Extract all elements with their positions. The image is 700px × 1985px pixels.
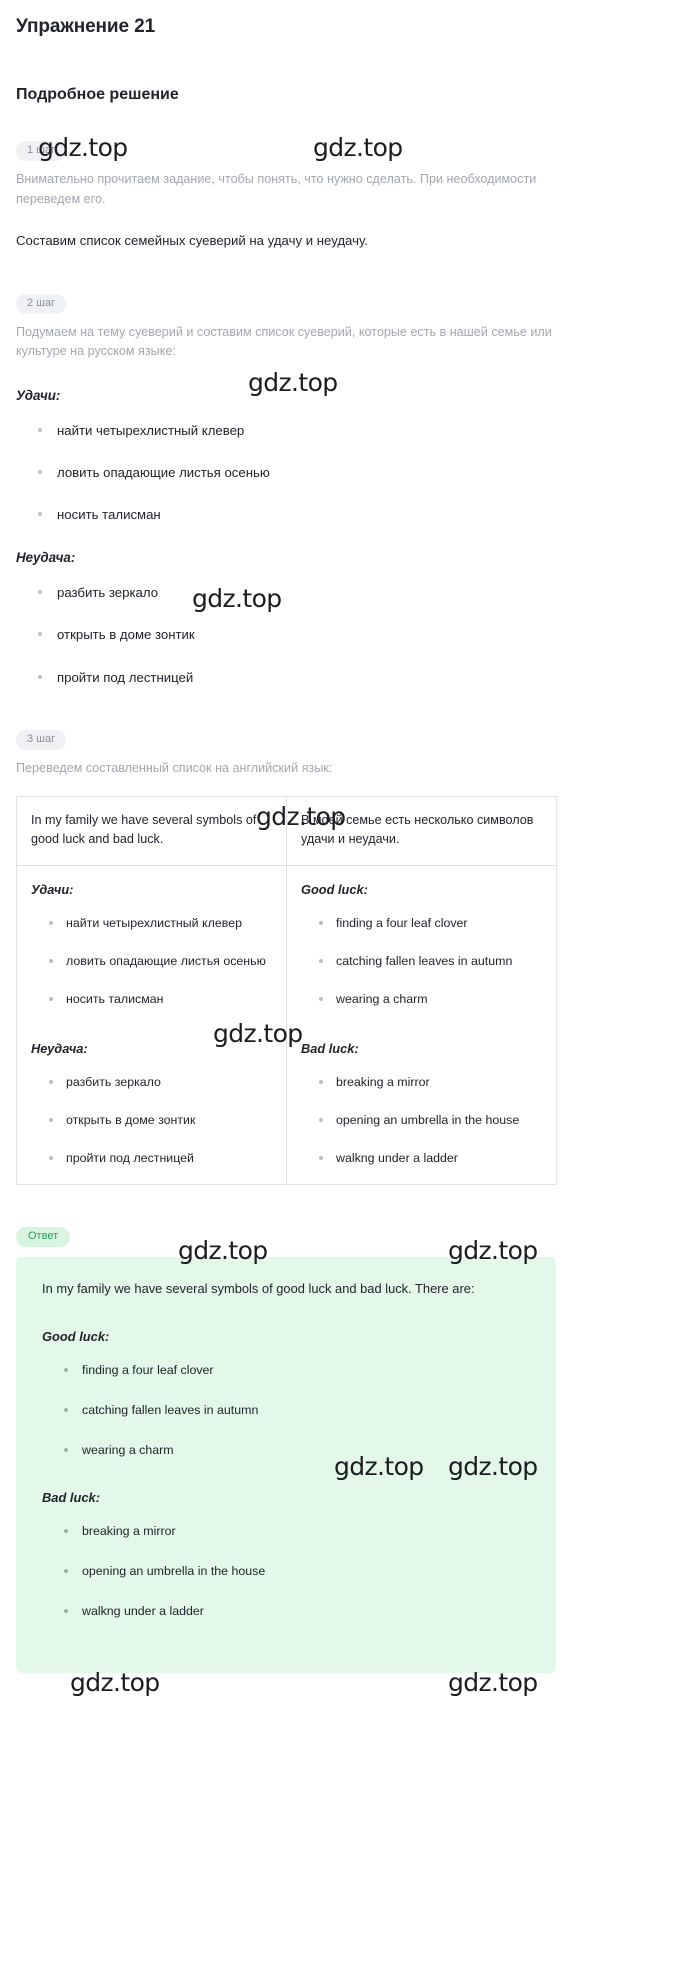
answer-bad-luck-list: breaking a mirror opening an umbrella in…	[42, 1523, 530, 1621]
list-item: найти четырехлистный клевер	[49, 915, 272, 933]
table-row: In my family we have several symbols of …	[16, 796, 557, 866]
good-luck-heading-ru: Удачи:	[16, 387, 61, 403]
bad-luck-list-ru-table: разбить зеркало открыть в доме зонтик пр…	[31, 1074, 272, 1168]
list-item: opening an umbrella in the house	[319, 1112, 542, 1130]
page-title: Упражнение 21	[16, 16, 156, 37]
good-luck-heading-en-table: Good luck:	[301, 882, 368, 897]
list-item: пройти под лестницей	[38, 668, 690, 687]
good-luck-list-ru: найти четырехлистный клевер ловить опада…	[8, 421, 690, 524]
solution-heading: Подробное решение	[16, 86, 179, 103]
step-1-section: 1 шаг Внимательно прочитаем задание, что…	[8, 140, 690, 251]
list-item: wearing a charm	[319, 991, 542, 1009]
answer-bad-luck-heading: Bad luck:	[42, 1489, 101, 1505]
step-2-instruction: Подумаем на тему суеверий и составим спи…	[16, 324, 552, 359]
step-3-section: 3 шаг Переведем составленный список на а…	[8, 729, 690, 1186]
step-2-badge: 2 шаг	[16, 293, 67, 314]
list-item: разбить зеркало	[49, 1074, 272, 1092]
step-3-badge: 3 шаг	[16, 729, 67, 750]
table-cell-english-lists: Good luck: finding a four leaf clover ca…	[286, 864, 557, 1186]
solution-page: Упражнение 21 Подробное решение 1 шаг Вн…	[0, 16, 700, 1697]
answer-good-luck-heading: Good luck:	[42, 1328, 110, 1344]
list-item: walkng under a ladder	[64, 1603, 530, 1621]
list-item: breaking a mirror	[319, 1074, 542, 1092]
list-item: открыть в доме зонтик	[38, 625, 690, 644]
table-cell-russian-intro: В моей семье есть несколько символов уда…	[286, 796, 557, 866]
list-item: пройти под лестницей	[49, 1150, 272, 1168]
list-item: открыть в доме зонтик	[49, 1112, 272, 1130]
step-2-section: 2 шаг Подумаем на тему суеверий и состав…	[8, 293, 690, 687]
table-row: Удачи: найти четырехлистный клевер ловит…	[16, 864, 557, 1186]
list-item: носить талисман	[38, 505, 690, 524]
list-item: ловить опадающие листья осенью	[38, 463, 690, 482]
step-1-instruction: Внимательно прочитаем задание, чтобы пон…	[16, 172, 537, 206]
list-item: найти четырехлистный клевер	[38, 421, 690, 440]
bad-luck-heading-ru: Неудача:	[16, 550, 76, 566]
list-item: finding a four leaf clover	[64, 1362, 530, 1380]
answer-badge: Ответ	[16, 1227, 71, 1248]
bad-luck-list-ru: разбить зеркало открыть в доме зонтик пр…	[8, 583, 690, 686]
step-1-badge: 1 шаг	[16, 141, 67, 161]
list-item: opening an umbrella in the house	[64, 1563, 530, 1581]
bad-luck-heading-en-table: Bad luck:	[301, 1041, 359, 1057]
table-cell-english-intro: In my family we have several symbols of …	[16, 796, 287, 866]
list-item: носить талисман	[49, 991, 272, 1009]
table-cell-russian-lists: Удачи: найти четырехлистный клевер ловит…	[16, 864, 287, 1186]
list-item: catching fallen leaves in autumn	[64, 1402, 530, 1420]
list-item: breaking a mirror	[64, 1523, 530, 1541]
bad-luck-list-en-table: breaking a mirror opening an umbrella in…	[301, 1074, 542, 1168]
answer-box: In my family we have several symbols of …	[16, 1257, 556, 1673]
list-item: wearing a charm	[64, 1442, 530, 1460]
good-luck-list-en-table: finding a four leaf clover catching fall…	[301, 915, 542, 1009]
list-item: walkng under a ladder	[319, 1150, 542, 1168]
translation-table: In my family we have several symbols of …	[16, 796, 557, 1186]
answer-good-luck-list: finding a four leaf clover catching fall…	[42, 1362, 530, 1460]
step-3-instruction: Переведем составленный список на английс…	[16, 760, 333, 775]
good-luck-heading-ru-table: Удачи:	[31, 882, 74, 897]
list-item: ловить опадающие листья осенью	[49, 953, 272, 971]
bad-luck-heading-ru-table: Неудача:	[31, 1041, 88, 1057]
list-item: catching fallen leaves in autumn	[319, 953, 542, 971]
step-1-body: Составим список семейных суеверий на уда…	[16, 233, 368, 249]
list-item: разбить зеркало	[38, 583, 690, 602]
answer-intro: In my family we have several symbols of …	[42, 1281, 475, 1297]
good-luck-list-ru-table: найти четырехлистный клевер ловить опада…	[31, 915, 272, 1009]
list-item: finding a four leaf clover	[319, 915, 542, 933]
